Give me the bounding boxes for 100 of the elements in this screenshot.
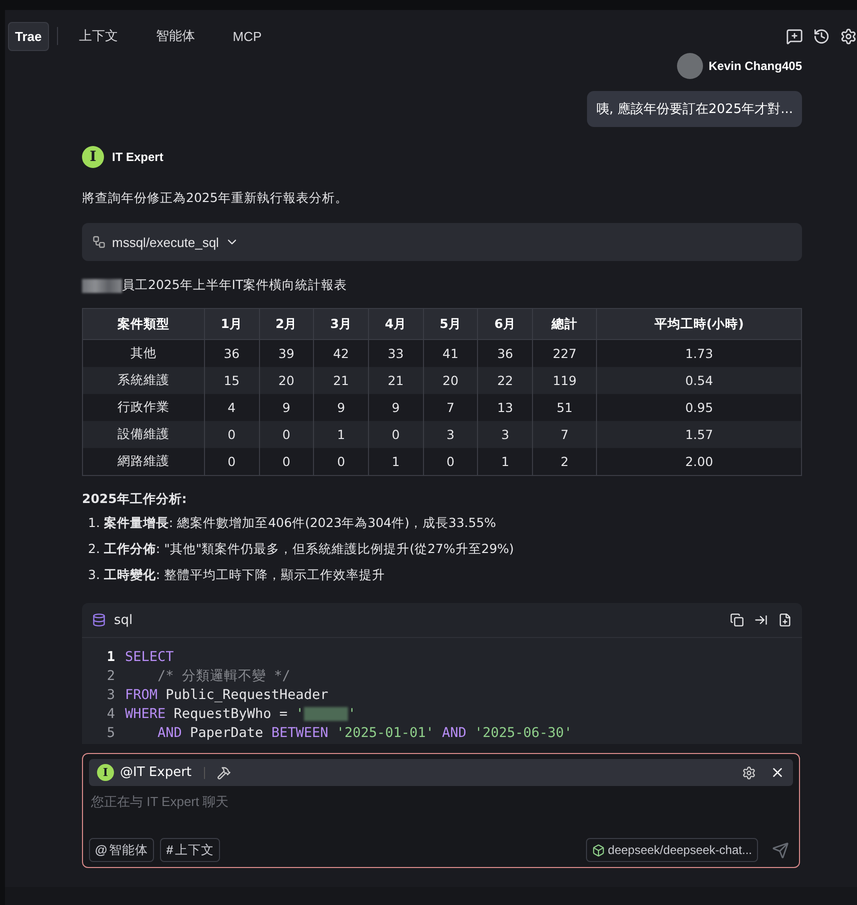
table-cell: 13: [478, 394, 533, 421]
tab[interactable]: 上下文: [72, 20, 125, 52]
agent-mention: @IT Expert: [120, 765, 192, 780]
table-header: 6月: [478, 308, 533, 340]
tab[interactable]: MCP: [226, 22, 269, 50]
table-cell: 4: [204, 394, 259, 421]
table-header: 總計: [532, 308, 597, 340]
history-icon[interactable]: [813, 28, 830, 44]
list-item: 2. 工作分佈: "其他"類案件仍最多，但系統維護比例提升(從27%升至29%): [88, 541, 515, 558]
table-cell: 其他: [82, 340, 204, 367]
table-header: 5月: [423, 308, 478, 340]
table-cell: 1: [368, 448, 424, 476]
table-cell: 39: [259, 340, 314, 367]
table-cell: 0: [204, 421, 259, 448]
message-text: 將查詢年份修正為2025年重新執行報表分析。: [82, 190, 349, 207]
tab[interactable]: 智能体: [148, 20, 202, 52]
table-header: 2月: [259, 308, 314, 340]
line-number: 4: [106, 706, 116, 722]
table-cell: 3: [478, 421, 533, 448]
table-cell: 設備維護: [82, 421, 204, 448]
table-cell: 227: [532, 340, 597, 367]
table-header: 1月: [204, 308, 259, 340]
table-cell: 0.95: [596, 394, 802, 421]
redacted-block: [82, 278, 122, 292]
table-header: 4月: [368, 308, 424, 340]
table-header: 3月: [314, 308, 368, 340]
code-line: WHERE RequestByWho = ' ': [125, 706, 356, 722]
table-cell: 119: [532, 367, 597, 394]
line-number: 2: [106, 668, 116, 684]
tool-call-card[interactable]: mssql/execute_sql: [82, 223, 802, 261]
table-cell: 7: [423, 394, 478, 421]
context-chip[interactable]: @ 智能体: [89, 838, 154, 862]
table-header: 案件類型: [82, 308, 204, 340]
settings-icon[interactable]: [840, 28, 857, 44]
table-cell: 1.57: [596, 421, 802, 448]
report-title: 員工2025年上半年IT案件橫向統計報表: [122, 277, 348, 294]
code-line: SELECT: [125, 648, 174, 664]
code-line: FROM Public_RequestHeader: [125, 686, 328, 702]
table-cell: 0: [314, 448, 368, 476]
table-cell: 1.73: [596, 340, 802, 367]
table-cell: 0: [368, 421, 424, 448]
code-language: sql: [114, 612, 133, 628]
message-input[interactable]: 您正在与 IT Expert 聊天: [89, 792, 793, 811]
table-cell: 3: [423, 421, 478, 448]
table-cell: 21: [368, 367, 424, 394]
table-cell: 22: [478, 367, 533, 394]
copy-icon[interactable]: [730, 613, 744, 627]
table-cell: 41: [423, 340, 478, 367]
tab[interactable]: Trae: [8, 22, 49, 50]
context-chip[interactable]: # 上下文: [160, 838, 220, 862]
table-cell: 1: [478, 448, 533, 476]
table-cell: 1: [314, 421, 368, 448]
line-number: 5: [106, 724, 116, 740]
model-selector[interactable]: deepseek/deepseek-chat...: [586, 838, 758, 862]
table-cell: 2: [532, 448, 597, 476]
table-cell: 33: [368, 340, 424, 367]
table-cell: 20: [423, 367, 478, 394]
user-message: 咦, 應該年份要訂在2025年才對...: [587, 91, 802, 127]
new-chat-icon[interactable]: [786, 28, 803, 44]
table-cell: 系統維護: [82, 367, 204, 394]
hammer-icon[interactable]: [216, 766, 231, 780]
code-line: AND PaperDate BETWEEN '2025-01-01' AND '2025-06-30': [156, 724, 572, 740]
table-cell: 9: [259, 394, 314, 421]
agent-avatar: I: [97, 764, 114, 781]
table-cell: 7: [532, 421, 597, 448]
table-cell: 21: [314, 367, 368, 394]
section-heading: 2025年工作分析:: [82, 491, 188, 508]
table-cell: 0: [423, 448, 478, 476]
list-item: 1. 案件量增長: 總案件數增加至406件(2023年為304件)，成長33.55%: [88, 515, 498, 532]
line-number: 1: [106, 648, 116, 664]
table-cell: 行政作業: [82, 394, 204, 421]
list-item: 3. 工時變化: 整體平均工時下降，顯示工作效率提升: [88, 567, 386, 584]
insert-icon[interactable]: [754, 613, 768, 627]
table-cell: 網路維護: [82, 448, 204, 476]
table-cell: 0: [259, 421, 314, 448]
agent-avatar: I: [82, 146, 104, 168]
avatar-placeholder: [676, 53, 703, 79]
user-name: Kevin Chang405: [708, 59, 802, 73]
database-icon: [92, 613, 106, 627]
close-icon[interactable]: [770, 765, 785, 780]
table-cell: 9: [314, 394, 368, 421]
table-cell: 15: [204, 367, 259, 394]
table-cell: 51: [532, 394, 597, 421]
table-header: 平均工時(小時): [596, 308, 802, 340]
table-cell: 36: [204, 340, 259, 367]
send-icon[interactable]: [772, 842, 789, 858]
line-number: 3: [106, 686, 116, 702]
table-cell: 9: [368, 394, 424, 421]
table-cell: 0.54: [596, 367, 802, 394]
table-cell: 0: [259, 448, 314, 476]
agent-name: IT Expert: [112, 150, 164, 164]
code-line: /* 分類邏輯不變 */: [156, 666, 290, 684]
table-cell: 20: [259, 367, 314, 394]
table-cell: 2.00: [596, 448, 802, 476]
table-cell: 0: [204, 448, 259, 476]
table-cell: 36: [478, 340, 533, 367]
settings-icon[interactable]: [742, 766, 756, 780]
cube-icon: [592, 844, 605, 856]
table-cell: 42: [314, 340, 368, 367]
new-file-icon[interactable]: [778, 613, 792, 627]
